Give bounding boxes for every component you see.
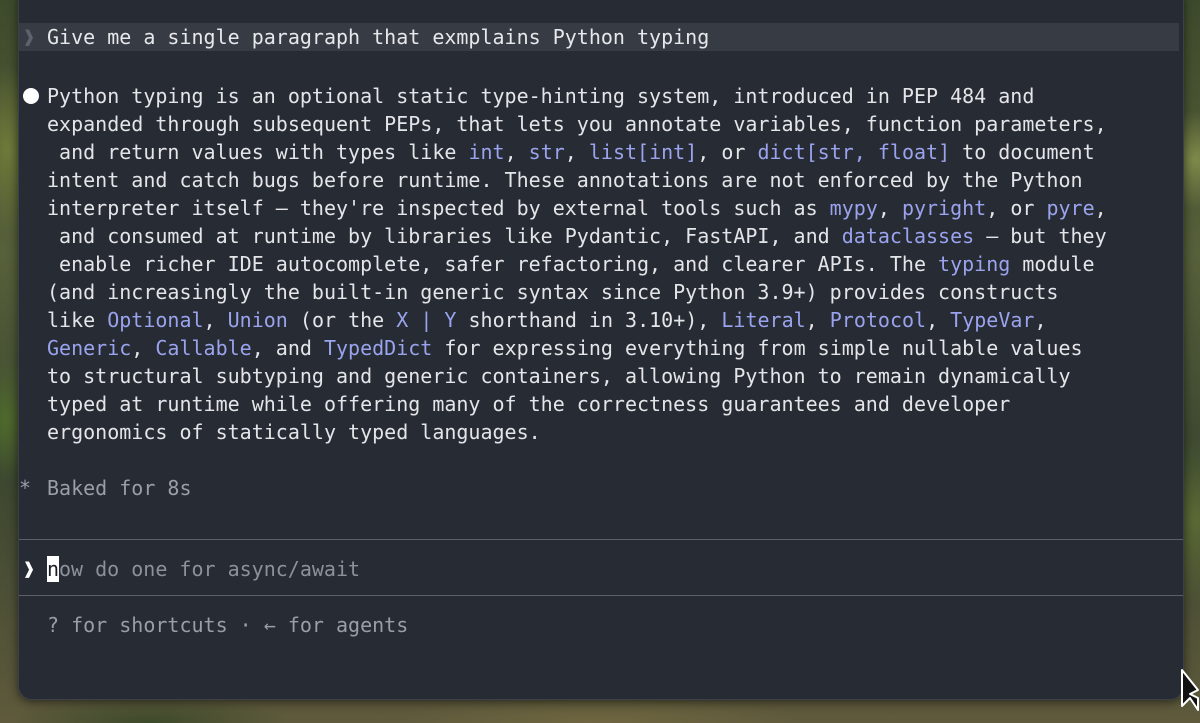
inline-code: Callable (155, 336, 252, 360)
response-text: like (47, 308, 108, 332)
inline-code: int (468, 140, 505, 164)
prompt-input[interactable]: ❱ n ow do one for async/await (19, 555, 1179, 583)
response-text: , (926, 308, 951, 332)
response-text: module (1010, 252, 1095, 276)
inline-code: dict[str, float] (757, 140, 951, 164)
assistant-response: Python typing is an optional static type… (47, 82, 1177, 446)
response-text: shorthand in 3.10+), (456, 308, 722, 332)
status-text: Baked for 8s (47, 476, 192, 500)
response-text: to structural subtyping and generic cont… (47, 364, 1071, 388)
response-text: ergonomics of statically typed languages… (47, 420, 541, 444)
response-text: , or (697, 140, 758, 164)
response-text: , (805, 308, 830, 332)
inline-code: TypedDict (323, 336, 433, 360)
inline-code: Protocol (829, 308, 927, 332)
status-line: * Baked for 8s (19, 474, 192, 502)
response-text: — but they (974, 224, 1107, 248)
inline-code: list[int] (588, 140, 698, 164)
text-cursor: n (47, 556, 59, 582)
inline-code: TypeVar (950, 308, 1035, 332)
response-text: interpreter itself — they're inspected b… (47, 196, 830, 220)
response-text: for expressing everything from simple nu… (432, 336, 1083, 360)
mouse-pointer-icon (1181, 669, 1199, 711)
input-divider-top (19, 539, 1183, 540)
inline-code: Optional (107, 308, 204, 332)
response-text: expanded through subsequent PEPs, that l… (47, 112, 1107, 136)
response-text: , (564, 140, 589, 164)
prompt-input-text[interactable]: ow do one for async/await (59, 555, 360, 583)
terminal-window: ❱ Give me a single paragraph that exmpla… (18, 0, 1184, 700)
response-text: Python typing is an optional static type… (47, 84, 1035, 108)
response-text: to document (950, 140, 1095, 164)
response-text: , (203, 308, 228, 332)
inline-code: Literal (721, 308, 806, 332)
prompt-chevron-icon: ❱ (23, 557, 36, 581)
response-text: intent and catch bugs before runtime. Th… (47, 168, 1083, 192)
response-text: enable richer IDE autocomplete, safer re… (47, 252, 939, 276)
response-text: , and (251, 336, 324, 360)
response-text: , or (986, 196, 1047, 220)
response-text: , (877, 196, 902, 220)
inline-code: str (528, 140, 565, 164)
footer-hint: ? for shortcuts · ← for agents (47, 613, 409, 637)
previous-prompt: ❱ Give me a single paragraph that exmpla… (19, 23, 1179, 51)
asterisk-icon: * (19, 476, 32, 500)
inline-code: dataclasses (841, 224, 975, 248)
response-text: , (131, 336, 156, 360)
response-text: and consumed at runtime by libraries lik… (47, 224, 842, 248)
inline-code: Union (227, 308, 288, 332)
inline-code: pyright (901, 196, 987, 220)
response-text: , (504, 140, 529, 164)
response-text: , (1034, 308, 1047, 332)
inline-code: pyre (1046, 196, 1095, 220)
inline-code: Generic (47, 336, 132, 360)
response-text: (and increasingly the built-in generic s… (47, 280, 1059, 304)
response-text: and return values with types like (47, 140, 469, 164)
inline-code: mypy (829, 196, 878, 220)
inline-code: X | Y (396, 308, 457, 332)
inline-code: typing (938, 252, 1011, 276)
previous-prompt-text: Give me a single paragraph that exmplain… (47, 25, 710, 49)
bullet-dot-icon (23, 88, 39, 104)
response-text: (or the (287, 308, 397, 332)
chevron-right-icon: ❱ (23, 25, 36, 49)
response-text: typed at runtime while offering many of … (47, 392, 1011, 416)
input-divider-bottom (19, 595, 1183, 596)
response-text: , (1094, 196, 1107, 220)
